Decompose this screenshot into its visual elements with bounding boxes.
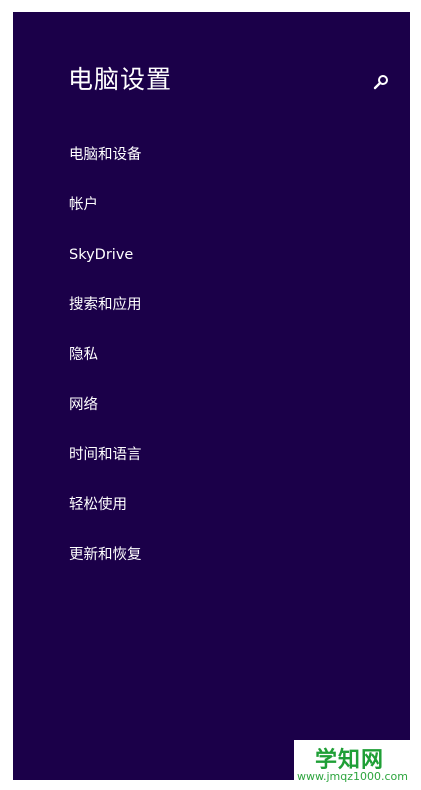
pc-settings-panel: 电脑设置 电脑和设备 帐户 SkyDrive 搜索和应用 隐私 网络 时间和语言… [13, 12, 410, 780]
menu-item-time-and-language[interactable]: 时间和语言 [69, 443, 142, 493]
menu-item-privacy[interactable]: 隐私 [69, 343, 142, 393]
watermark-url: www.jmqz1000.com [297, 770, 408, 783]
menu-item-search-and-apps[interactable]: 搜索和应用 [69, 293, 142, 343]
menu-item-accounts[interactable]: 帐户 [69, 193, 142, 243]
search-icon [373, 75, 388, 90]
page: 电脑设置 电脑和设备 帐户 SkyDrive 搜索和应用 隐私 网络 时间和语言… [0, 0, 421, 790]
page-title: 电脑设置 [68, 65, 173, 94]
menu-item-update-and-recovery[interactable]: 更新和恢复 [69, 543, 142, 593]
menu-item-network[interactable]: 网络 [69, 393, 142, 443]
menu-item-pc-and-devices[interactable]: 电脑和设备 [69, 143, 142, 193]
watermark: 学知网 www.jmqz1000.com [294, 740, 411, 786]
menu-item-skydrive[interactable]: SkyDrive [69, 243, 142, 293]
search-button[interactable] [371, 72, 391, 92]
settings-menu: 电脑和设备 帐户 SkyDrive 搜索和应用 隐私 网络 时间和语言 轻松使用… [69, 143, 142, 593]
menu-item-ease-of-access[interactable]: 轻松使用 [69, 493, 142, 543]
